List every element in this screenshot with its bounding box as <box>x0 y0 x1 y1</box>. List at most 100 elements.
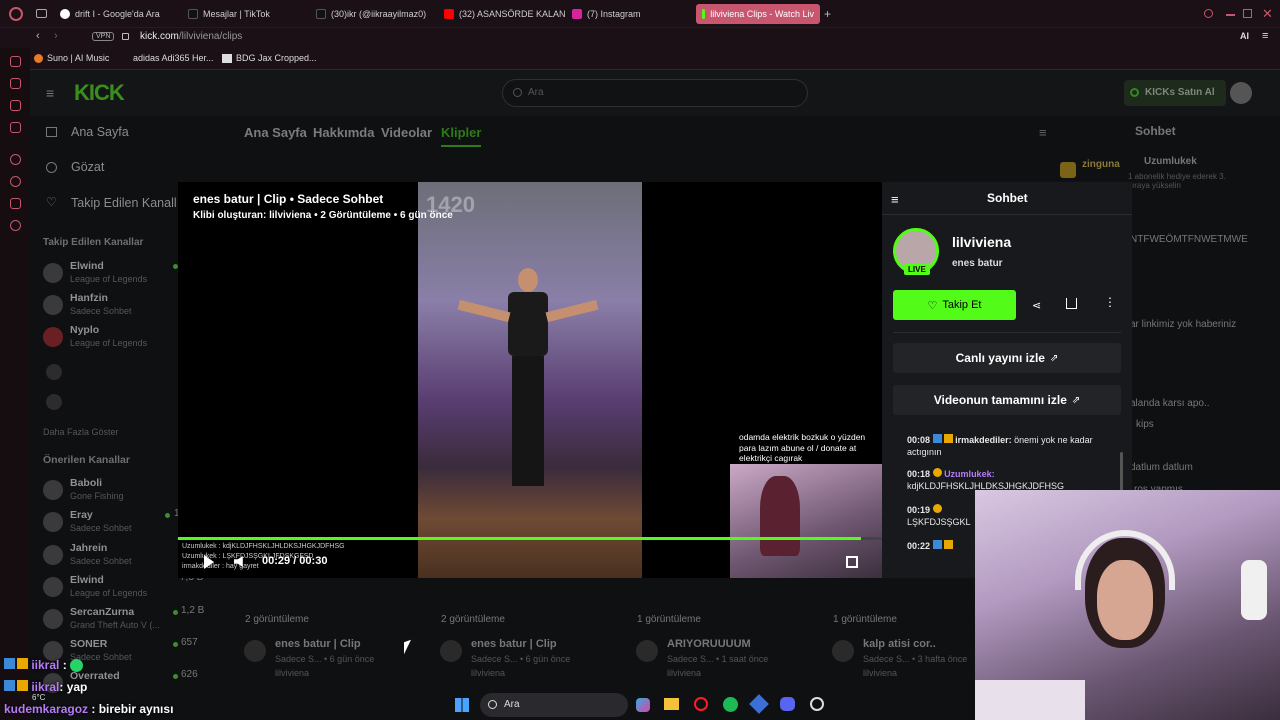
msg-user[interactable]: irmakdediler: <box>955 435 1012 445</box>
share-icon[interactable]: ⋖ <box>1032 299 1041 312</box>
discord-icon[interactable] <box>780 697 795 711</box>
bdg-icon <box>222 53 232 63</box>
followed-channel[interactable]: Nyplo League of Legends <box>43 324 183 354</box>
clip-video-frame[interactable]: 1420 <box>418 182 642 578</box>
kick-logo[interactable]: KICK <box>74 80 125 106</box>
tab-videos[interactable]: Videolar <box>381 125 432 140</box>
sidebar-extensions-icon[interactable] <box>10 198 21 209</box>
tab-home[interactable]: Ana Sayfa <box>244 125 307 140</box>
hamburger-icon[interactable]: ≡ <box>46 85 54 101</box>
channel-name: Eray <box>70 509 93 521</box>
restore-icon[interactable] <box>1243 9 1252 18</box>
play-icon[interactable] <box>204 555 214 569</box>
clip-card[interactable]: 1 görüntüleme ARIYORUUUUM Sadece S... • … <box>632 578 822 683</box>
recommended-channel[interactable]: SercanZurna Grand Theft Auto V (... 1,2 B <box>43 605 223 636</box>
follow-button[interactable]: ♡ Takip Et <box>893 290 1016 320</box>
clip-card[interactable]: 2 görüntüleme enes batur | Clip Sadece S… <box>240 578 430 683</box>
tab-clips[interactable]: Klipler <box>441 125 482 147</box>
menu-icon[interactable]: ≡ <box>1262 30 1268 42</box>
recommended-channel[interactable]: Eray Sadece Sohbet 1 <box>43 508 183 539</box>
time-display: 00:29 / 00:30 <box>262 555 328 567</box>
sidebar-history-icon[interactable] <box>10 176 21 187</box>
avatar <box>43 295 63 315</box>
fullscreen-icon[interactable] <box>846 556 858 568</box>
back-icon[interactable]: ‹ <box>36 30 40 42</box>
tab-tiktok-profile[interactable]: (30)ikr (@iikraayilmaz0) <box>316 4 426 24</box>
clip-card[interactable]: 1 görüntüleme kalp atisi cor.. Sadece S.… <box>828 578 975 683</box>
download-icon[interactable] <box>1066 298 1077 309</box>
sidebar-pin-icon[interactable] <box>10 78 21 89</box>
bookmark-adidas[interactable]: adidas Adi365 Her... <box>133 53 214 63</box>
copilot-icon[interactable] <box>636 698 650 712</box>
tab-instagram[interactable]: (7) Instagram <box>572 4 641 24</box>
more-options-icon[interactable]: ⋮ <box>1104 295 1116 309</box>
new-tab-button[interactable]: + <box>824 8 831 20</box>
channel-name: Elwind <box>70 260 104 272</box>
opera-icon[interactable] <box>694 697 708 711</box>
nav-home[interactable]: Ana Sayfa <box>71 125 129 139</box>
minimize-icon[interactable] <box>1226 14 1235 16</box>
tab-about[interactable]: Hakkımda <box>313 125 374 140</box>
spotify-icon[interactable] <box>723 697 738 712</box>
user-avatar[interactable] <box>1230 82 1252 104</box>
microphone <box>1241 560 1267 620</box>
msg-user[interactable]: Uzumlukek: <box>944 469 995 479</box>
live-dot <box>173 642 178 647</box>
stream-overlay-caption: odamda elektrik bozkuk o yüzden para laz… <box>739 432 866 463</box>
show-more-link[interactable]: Daha Fazla Göster <box>43 427 119 437</box>
tab-kick-active[interactable]: lilviviena Clips - Watch Liv <box>696 4 820 24</box>
chat-line: datlum datlum <box>1130 462 1193 473</box>
tab-google[interactable]: drift I - Google'da Ara <box>60 4 160 24</box>
progress-track[interactable] <box>178 537 882 540</box>
url-field[interactable]: kick.com/lilviviena/clips <box>140 31 242 42</box>
offline-channel-avatar[interactable] <box>46 364 62 380</box>
sidebar-flow-icon[interactable] <box>10 56 21 67</box>
clip-subtitle: Klibi oluşturan: lilviviena • 2 Görüntül… <box>193 210 453 221</box>
forward-icon[interactable]: › <box>54 30 58 42</box>
recommended-channel[interactable]: Baboli Gone Fishing <box>43 477 183 507</box>
clip-card[interactable]: 2 görüntüleme enes batur | Clip Sadece S… <box>436 578 626 683</box>
close-window-icon[interactable]: ✕ <box>1262 6 1273 22</box>
windows-start-icon[interactable] <box>455 698 469 712</box>
tab-overview-icon[interactable] <box>36 9 47 18</box>
sidebar-messenger-icon[interactable] <box>10 122 21 133</box>
collapse-chat-icon[interactable]: ≡ <box>1039 125 1047 140</box>
clip-meta: Sadece S... • 6 gün önce <box>275 654 375 664</box>
tab-youtube[interactable]: (32) ASANSÖRDE KALAN <box>444 4 566 24</box>
watch-full-button[interactable]: Videonun tamamını izle ⇗ <box>893 385 1121 415</box>
buy-kicks-button[interactable]: KICKs Satın Al <box>1124 80 1226 106</box>
sidebar-player-icon[interactable] <box>10 154 21 165</box>
instagram-icon <box>572 9 582 19</box>
stream-title: enes batur <box>952 258 1003 269</box>
tab-label: (30)ikr (@iikraayilmaz0) <box>331 9 427 19</box>
tab-label: drift I - Google'da Ara <box>75 9 160 19</box>
nav-following[interactable]: Takip Edilen Kanall <box>71 196 177 210</box>
collapse-icon[interactable]: ≡ <box>891 192 899 207</box>
tab-label: (32) ASANSÖRDE KALAN <box>459 9 566 19</box>
recommended-channel[interactable]: Elwind League of Legends <box>43 574 183 604</box>
tiktok-icon <box>316 9 326 19</box>
recommended-channel[interactable]: Jahrein Sadece Sohbet <box>43 542 183 572</box>
vpn-badge[interactable]: VPN <box>92 32 115 41</box>
watch-live-button[interactable]: Canlı yayını izle ⇗ <box>893 343 1121 373</box>
ai-button[interactable]: AI <box>1240 31 1249 41</box>
settings-icon[interactable] <box>810 697 824 711</box>
offline-channel-avatar[interactable] <box>46 394 62 410</box>
bookmark-bdg[interactable]: BDG Jax Cropped... <box>222 53 317 63</box>
tab-tiktok-messages[interactable]: Mesajlar | TikTok <box>188 4 270 24</box>
followed-channel[interactable]: Hanfzin Sadece Sohbet <box>43 292 183 322</box>
sidebar-settings-icon[interactable] <box>10 220 21 231</box>
taskbar-search[interactable]: Ara <box>480 693 628 717</box>
app-icon[interactable] <box>749 694 769 714</box>
opera-menu-icon[interactable] <box>9 7 23 21</box>
followed-channel[interactable]: Elwind League of Legends <box>43 260 183 290</box>
channel-name: Jahrein <box>70 542 108 554</box>
search-tabs-icon[interactable] <box>1204 9 1213 18</box>
channel-name[interactable]: lilviviena <box>952 234 1011 250</box>
sidebar-bookmark-icon[interactable] <box>10 100 21 111</box>
nav-browse[interactable]: Gözat <box>71 160 104 174</box>
channel-name: Elwind <box>70 574 104 586</box>
bookmark-suno[interactable]: Suno | AI Music <box>34 53 109 63</box>
search-box[interactable]: Ara <box>502 79 808 107</box>
file-explorer-icon[interactable] <box>664 698 679 710</box>
